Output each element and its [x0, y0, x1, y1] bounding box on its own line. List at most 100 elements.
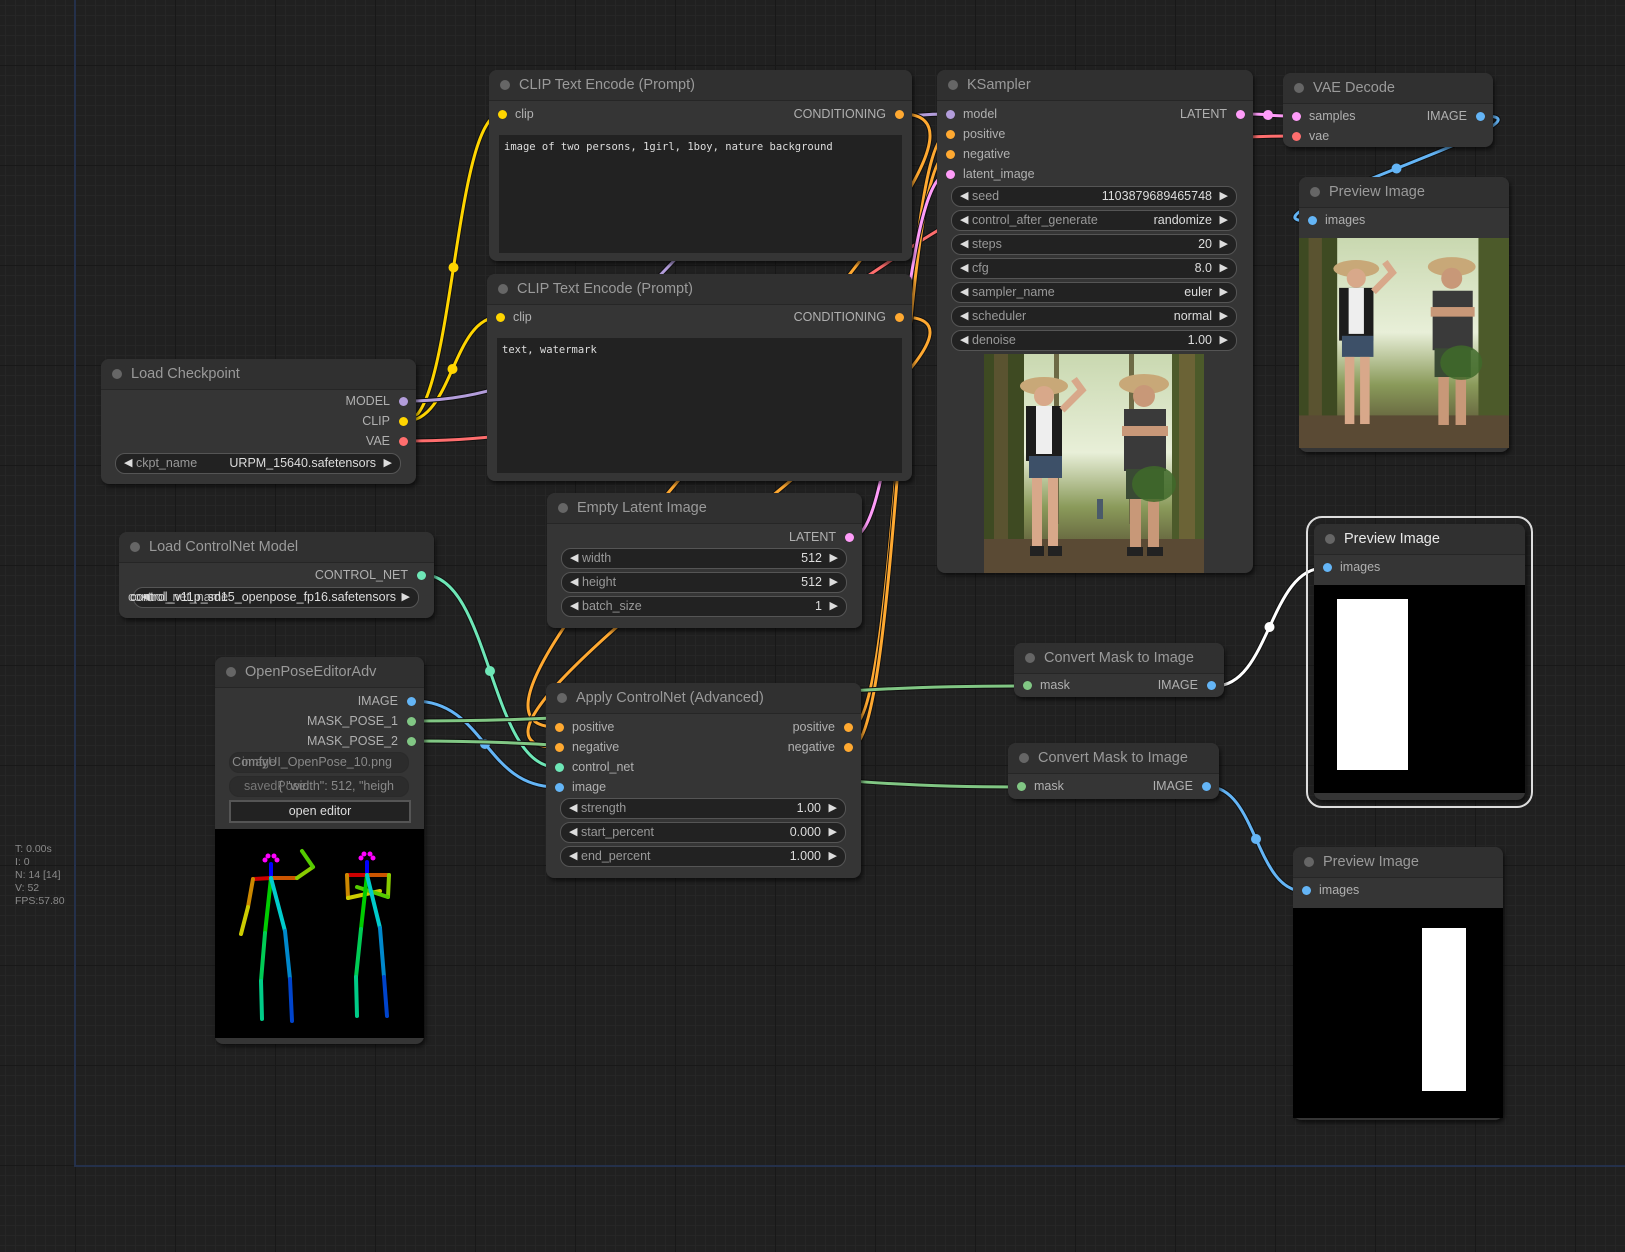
node-title-bar[interactable]: CLIP Text Encode (Prompt): [487, 274, 912, 305]
slot-dot-icon[interactable]: [946, 170, 955, 179]
input-slot-latent-image[interactable]: latent_image: [937, 165, 1035, 183]
input-slot-negative[interactable]: negative: [937, 145, 1010, 163]
node-title-bar[interactable]: Apply ControlNet (Advanced): [546, 683, 861, 714]
node-title-bar[interactable]: Preview Image: [1314, 524, 1525, 555]
slot-dot-icon[interactable]: [1302, 886, 1311, 895]
slot-dot-icon[interactable]: [1202, 782, 1211, 791]
output-slot-mask-pose-1[interactable]: MASK_POSE_1: [307, 712, 424, 730]
increment-arrow-icon[interactable]: ▶: [830, 549, 838, 568]
link-openpose-image-to-apply[interactable]: [413, 699, 557, 789]
link-ksampler-to-vae-decode-midpoint-handle[interactable]: [1263, 110, 1273, 120]
increment-arrow-icon[interactable]: ▶: [829, 847, 837, 866]
input-slot-negative[interactable]: negative: [546, 738, 619, 756]
collapse-dot-icon[interactable]: [1304, 857, 1314, 867]
collapse-dot-icon[interactable]: [557, 693, 567, 703]
node-title-bar[interactable]: Preview Image: [1293, 847, 1503, 878]
node-title-bar[interactable]: CLIP Text Encode (Prompt): [489, 70, 912, 101]
collapse-dot-icon[interactable]: [1019, 753, 1029, 763]
slot-dot-icon[interactable]: [1236, 110, 1245, 119]
node-apply-controlnet-advanced[interactable]: Apply ControlNet (Advanced) positive neg…: [546, 683, 861, 878]
input-slot-images[interactable]: images: [1314, 558, 1380, 576]
output-slot-latent[interactable]: LATENT: [1180, 105, 1253, 123]
increment-arrow-icon[interactable]: ▶: [1220, 259, 1228, 278]
output-slot-conditioning[interactable]: CONDITIONING: [794, 105, 912, 123]
collapse-dot-icon[interactable]: [130, 542, 140, 552]
slot-dot-icon[interactable]: [1476, 112, 1485, 121]
link-vae-decode-to-preview1-midpoint-handle[interactable]: [1391, 163, 1402, 174]
widget-height[interactable]: ◀ height 512 ▶: [561, 572, 847, 593]
widget-steps[interactable]: ◀ steps 20 ▶: [951, 234, 1237, 255]
slot-dot-icon[interactable]: [1308, 216, 1317, 225]
node-title-bar[interactable]: OpenPoseEditorAdv: [215, 657, 424, 688]
widget-cfg[interactable]: ◀ cfg 8.0 ▶: [951, 258, 1237, 279]
link-convert1-to-preview2[interactable]: [1214, 566, 1325, 688]
prompt-text-input[interactable]: text, watermark: [497, 338, 902, 473]
node-preview-image-2[interactable]: Preview Image images: [1306, 516, 1533, 808]
input-slot-positive[interactable]: positive: [546, 718, 614, 736]
input-slot-images[interactable]: images: [1299, 211, 1365, 229]
link-clip-to-clip-pos-midpoint-handle[interactable]: [448, 262, 459, 273]
input-slot-clip[interactable]: clip: [489, 105, 534, 123]
decrement-arrow-icon[interactable]: ◀: [569, 799, 577, 818]
input-slot-images[interactable]: images: [1293, 881, 1359, 899]
increment-arrow-icon[interactable]: ▶: [1220, 187, 1228, 206]
slot-dot-icon[interactable]: [1292, 112, 1301, 121]
link-openpose-image-to-apply-midpoint-handle[interactable]: [480, 739, 490, 749]
decrement-arrow-icon[interactable]: ◀: [960, 235, 968, 254]
node-vae-decode[interactable]: VAE Decode samples vae IMAGE: [1283, 73, 1493, 147]
slot-dot-icon[interactable]: [498, 110, 507, 119]
input-slot-clip[interactable]: clip: [487, 308, 532, 326]
node-title-bar[interactable]: Empty Latent Image: [547, 493, 862, 524]
collapse-dot-icon[interactable]: [558, 503, 568, 513]
slot-dot-icon[interactable]: [1023, 681, 1032, 690]
slot-dot-icon[interactable]: [399, 417, 408, 426]
collapse-dot-icon[interactable]: [1294, 83, 1304, 93]
slot-dot-icon[interactable]: [555, 763, 564, 772]
collapse-dot-icon[interactable]: [498, 284, 508, 294]
link-convert2-to-preview3[interactable]: [1208, 785, 1304, 893]
slot-dot-icon[interactable]: [1323, 563, 1332, 572]
link-clip-to-clip-neg[interactable]: [405, 315, 500, 423]
decrement-arrow-icon[interactable]: ◀: [570, 573, 578, 592]
slot-dot-icon[interactable]: [496, 313, 505, 322]
slot-dot-icon[interactable]: [399, 397, 408, 406]
input-slot-mask[interactable]: mask: [1008, 777, 1064, 795]
decrement-arrow-icon[interactable]: ◀: [570, 597, 578, 616]
node-preview-image-3[interactable]: Preview Image images: [1293, 847, 1503, 1120]
increment-arrow-icon[interactable]: ▶: [830, 573, 838, 592]
node-title-bar[interactable]: Preview Image: [1299, 177, 1509, 208]
input-slot-mask[interactable]: mask: [1014, 676, 1070, 694]
node-load-checkpoint[interactable]: Load Checkpoint MODEL CLIP VAE ◀ ckpt_nam…: [101, 359, 416, 484]
decrement-arrow-icon[interactable]: ◀: [569, 823, 577, 842]
output-slot-mask-pose-2[interactable]: MASK_POSE_2: [307, 732, 424, 750]
output-slot-image[interactable]: IMAGE: [1153, 777, 1219, 795]
collapse-dot-icon[interactable]: [948, 80, 958, 90]
node-title-bar[interactable]: VAE Decode: [1283, 73, 1493, 104]
slot-dot-icon[interactable]: [895, 110, 904, 119]
widget-denoise[interactable]: ◀ denoise 1.00 ▶: [951, 330, 1237, 351]
mask-preview-image[interactable]: [1314, 585, 1525, 793]
increment-arrow-icon[interactable]: ▶: [1220, 331, 1228, 350]
node-title-bar[interactable]: Load Checkpoint: [101, 359, 416, 390]
slot-dot-icon[interactable]: [1207, 681, 1216, 690]
decrement-arrow-icon[interactable]: ◀: [960, 307, 968, 326]
node-empty-latent-image[interactable]: Empty Latent Image LATENT ◀ width 512 ▶ ◀ he…: [547, 493, 862, 628]
slot-dot-icon[interactable]: [946, 110, 955, 119]
increment-arrow-icon[interactable]: ▶: [1220, 211, 1228, 230]
slot-dot-icon[interactable]: [407, 697, 416, 706]
input-slot-samples[interactable]: samples: [1283, 107, 1356, 125]
node-title-bar[interactable]: Convert Mask to Image: [1014, 643, 1224, 674]
open-editor-button[interactable]: open editor: [229, 800, 411, 823]
slot-dot-icon[interactable]: [844, 723, 853, 732]
decrement-arrow-icon[interactable]: ◀: [570, 549, 578, 568]
widget-ckpt-name[interactable]: ◀ ckpt_name URPM_15640.safetensors ▶: [115, 453, 401, 474]
decrement-arrow-icon[interactable]: ◀: [960, 331, 968, 350]
slot-dot-icon[interactable]: [1292, 132, 1301, 141]
node-convert-mask-to-image-1[interactable]: Convert Mask to Image mask IMAGE: [1014, 643, 1224, 697]
output-slot-clip[interactable]: CLIP: [362, 412, 416, 430]
output-slot-control-net[interactable]: CONTROL_NET: [315, 566, 434, 584]
increment-arrow-icon[interactable]: ▶: [1220, 307, 1228, 326]
node-title-bar[interactable]: Load ControlNet Model: [119, 532, 434, 563]
node-load-controlnet-model[interactable]: Load ControlNet Model CONTROL_NET ◀ contr…: [119, 532, 434, 618]
prompt-text-input[interactable]: image of two persons, 1girl, 1boy, natur…: [499, 135, 902, 253]
